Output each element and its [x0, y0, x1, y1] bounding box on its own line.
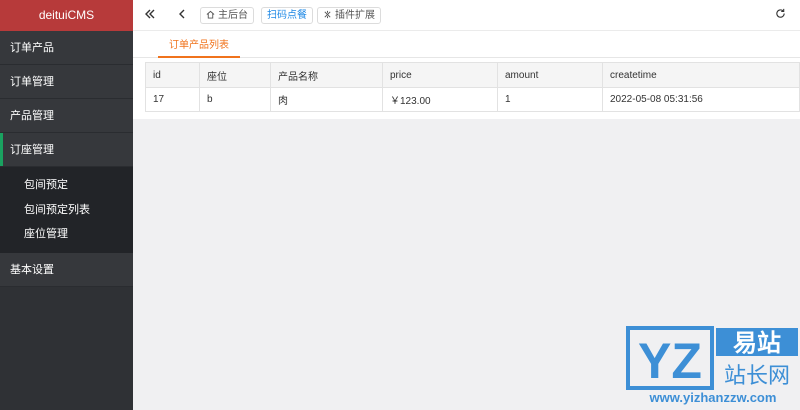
refresh-icon[interactable] [773, 8, 787, 22]
column-header-amount[interactable]: amount [497, 62, 603, 88]
scan-order-tab-button[interactable]: 扫码点餐 [261, 7, 313, 24]
column-header-price[interactable]: price [382, 62, 498, 88]
sidebar-item-order-management[interactable]: 订单管理 [0, 65, 133, 99]
cell-product-name: 肉 [270, 87, 383, 112]
sidebar-item-label: 订单管理 [10, 76, 54, 88]
sidebar-subitem-room-booking-list[interactable]: 包间预定列表 [0, 198, 133, 223]
column-header-product-name[interactable]: 产品名称 [270, 62, 383, 88]
watermark-cn-bottom: 站长网 [724, 364, 790, 389]
sidebar-item-reservation-management[interactable]: 订座管理 [0, 133, 133, 167]
sidebar-submenu: 包间预定 包间预定列表 座位管理 [0, 167, 133, 253]
column-header-id[interactable]: id [145, 62, 200, 88]
cell-id: 17 [145, 87, 200, 112]
home-tab-button[interactable]: 主后台 [200, 7, 254, 24]
column-header-createtime[interactable]: createtime [602, 62, 800, 88]
sidebar: deituiCMS 订单产品 订单管理 产品管理 订座管理 包间预定 包间预定列… [0, 0, 133, 410]
back-icon[interactable] [175, 8, 189, 22]
tab-order-product-list[interactable]: 订单产品列表 [158, 31, 240, 58]
plugin-icon [324, 10, 331, 19]
sidebar-item-label: 产品管理 [10, 110, 54, 122]
tab-bar: 订单产品列表 [133, 31, 800, 58]
top-bar: 主后台 扫码点餐 插件扩展 [133, 0, 800, 31]
scan-order-tab-label: 扫码点餐 [267, 10, 307, 21]
watermark-logo: YZ 易站 站长网 www.yizhanzzw.com [626, 326, 798, 405]
sidebar-item-label: 基本设置 [10, 263, 54, 276]
table-header-row: id 座位 产品名称 price amount createtime [145, 62, 800, 88]
sidebar-item-basic-settings[interactable]: 基本设置 [0, 252, 133, 287]
cell-amount: 1 [497, 87, 603, 112]
cell-price: ￥123.00 [382, 87, 498, 112]
column-header-seat[interactable]: 座位 [199, 62, 271, 88]
app-title: deituiCMS [0, 0, 133, 31]
cell-seat: b [199, 87, 271, 112]
sidebar-subitem-room-booking[interactable]: 包间预定 [0, 173, 133, 198]
watermark-logo-letters: YZ [638, 333, 702, 389]
cell-createtime: 2022-05-08 05:31:56 [602, 87, 800, 112]
home-icon [206, 10, 215, 19]
home-tab-label: 主后台 [218, 10, 248, 21]
main-content: 订单产品列表 id 座位 产品名称 price amount createtim… [133, 31, 800, 119]
plugin-extension-tab-label: 插件扩展 [335, 10, 375, 21]
watermark-url: www.yizhanzzw.com [649, 390, 777, 405]
sidebar-item-label: 订座管理 [10, 144, 54, 156]
plugin-extension-tab-button[interactable]: 插件扩展 [317, 7, 381, 24]
order-product-table: id 座位 产品名称 price amount createtime 17 b … [145, 62, 800, 112]
sidebar-item-product-management[interactable]: 产品管理 [0, 99, 133, 133]
table-row[interactable]: 17 b 肉 ￥123.00 1 2022-05-08 05:31:56 [145, 87, 800, 112]
sidebar-item-order-products[interactable]: 订单产品 [0, 31, 133, 65]
watermark-cn-top: 易站 [733, 329, 781, 357]
collapse-sidebar-icon[interactable] [143, 8, 157, 22]
sidebar-subitem-seat-management[interactable]: 座位管理 [0, 222, 133, 247]
sidebar-item-label: 订单产品 [10, 42, 54, 54]
